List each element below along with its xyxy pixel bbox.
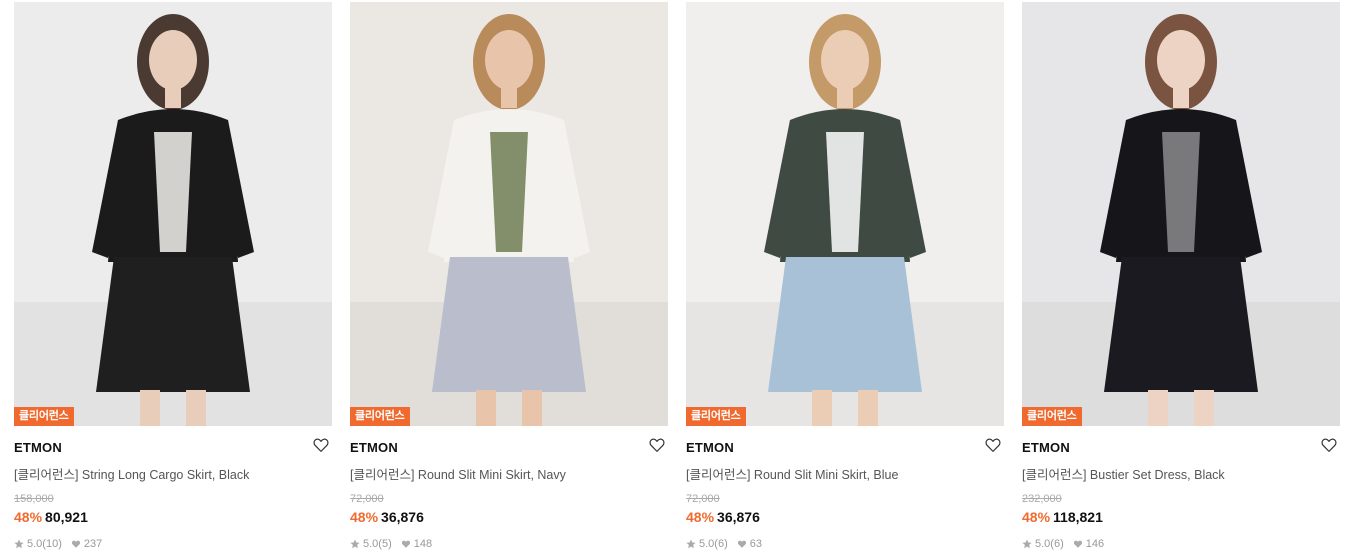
clearance-badge: 클리어런스 (350, 407, 410, 426)
rating-value: 5.0 (699, 538, 715, 550)
discount-rate: 48% (350, 509, 379, 525)
heart-filled-icon (71, 539, 81, 549)
product-title[interactable]: [클리어런스] Round Slit Mini Skirt, Navy (350, 464, 668, 483)
heart-filled-icon (737, 539, 747, 549)
product-photo[interactable]: 클리어런스 (1022, 2, 1340, 426)
like-count: 146 (1085, 538, 1105, 550)
wishlist-heart-icon[interactable] (312, 436, 330, 454)
rating-value: 5.0 (363, 538, 379, 550)
sale-price: 80,921 (45, 509, 88, 525)
star-icon (350, 539, 360, 549)
original-price: 158,000 (14, 493, 54, 505)
product-photo[interactable]: 클리어런스 (350, 2, 668, 426)
brand-name[interactable]: ETMON (686, 440, 734, 455)
like-count: 63 (749, 538, 762, 550)
star-icon (14, 539, 24, 549)
clearance-badge: 클리어런스 (686, 407, 746, 426)
price-row: 48% 36,876 (350, 509, 668, 525)
wishlist-heart-icon[interactable] (1320, 436, 1338, 454)
brand-name[interactable]: ETMON (350, 440, 398, 455)
star-icon (686, 539, 696, 549)
original-price: 72,000 (686, 493, 720, 505)
brand-name[interactable]: ETMON (14, 440, 62, 455)
product-title[interactable]: [클리어런스] String Long Cargo Skirt, Black (14, 464, 332, 483)
rating-row: 5.0 (6) 63 (686, 538, 1004, 550)
product-grid: 클리어런스 ETMON [클리어런스] String Long Cargo Sk… (14, 2, 1340, 550)
product-photo[interactable]: 클리어런스 (14, 2, 332, 426)
brand-row: ETMON (1022, 436, 1340, 461)
rating-row: 5.0 (10) 237 (14, 538, 332, 550)
discount-rate: 48% (686, 509, 715, 525)
wishlist-heart-icon[interactable] (984, 436, 1002, 454)
clearance-badge: 클리어런스 (14, 407, 74, 426)
star-icon (1022, 539, 1032, 549)
rating-value: 5.0 (1035, 538, 1051, 550)
sale-price: 118,821 (1053, 509, 1103, 525)
original-price: 72,000 (350, 493, 384, 505)
product-card-4[interactable]: 클리어런스 ETMON [클리어런스] Bustier Set Dress, B… (1022, 2, 1340, 550)
price-row: 48% 118,821 (1022, 509, 1340, 525)
like-count: 237 (83, 538, 103, 550)
product-card-1[interactable]: 클리어런스 ETMON [클리어런스] String Long Cargo Sk… (14, 2, 332, 550)
product-card-3[interactable]: 클리어런스 ETMON [클리어런스] Round Slit Mini Skir… (686, 2, 1004, 550)
product-photo[interactable]: 클리어런스 (686, 2, 1004, 426)
discount-rate: 48% (14, 509, 43, 525)
rating-row: 5.0 (5) 148 (350, 538, 668, 550)
brand-name[interactable]: ETMON (1022, 440, 1070, 455)
original-price: 232,000 (1022, 493, 1062, 505)
sale-price: 36,876 (717, 509, 760, 525)
wishlist-heart-icon[interactable] (648, 436, 666, 454)
product-title[interactable]: [클리어런스] Round Slit Mini Skirt, Blue (686, 464, 1004, 483)
review-count: (6) (1050, 538, 1064, 550)
like-count: 148 (413, 538, 433, 550)
rating-value: 5.0 (27, 538, 43, 550)
clearance-badge: 클리어런스 (1022, 407, 1082, 426)
rating-row: 5.0 (6) 146 (1022, 538, 1340, 550)
brand-row: ETMON (14, 436, 332, 461)
product-card-2[interactable]: 클리어런스 ETMON [클리어런스] Round Slit Mini Skir… (350, 2, 668, 550)
price-row: 48% 36,876 (686, 509, 1004, 525)
heart-filled-icon (401, 539, 411, 549)
heart-filled-icon (1073, 539, 1083, 549)
discount-rate: 48% (1022, 509, 1051, 525)
brand-row: ETMON (350, 436, 668, 461)
brand-row: ETMON (686, 436, 1004, 461)
product-title[interactable]: [클리어런스] Bustier Set Dress, Black (1022, 464, 1340, 483)
review-count: (10) (42, 538, 62, 550)
review-count: (5) (378, 538, 392, 550)
review-count: (6) (714, 538, 728, 550)
price-row: 48% 80,921 (14, 509, 332, 525)
sale-price: 36,876 (381, 509, 424, 525)
